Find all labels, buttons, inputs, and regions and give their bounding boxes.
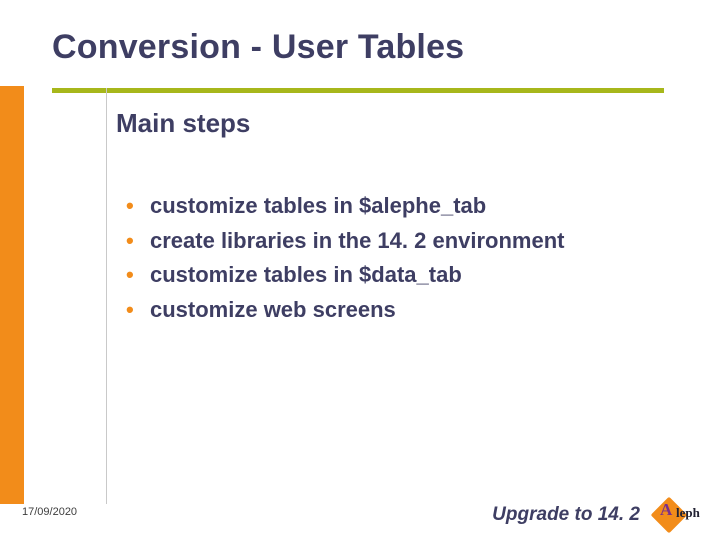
aleph-logo: A leph xyxy=(656,498,706,530)
list-item: • customize tables in $data_tab xyxy=(126,261,666,290)
bullet-text: customize web screens xyxy=(150,296,396,325)
bullet-icon: • xyxy=(126,261,150,290)
bullet-icon: • xyxy=(126,227,150,256)
bullet-text: customize tables in $alephe_tab xyxy=(150,192,486,221)
bullet-icon: • xyxy=(126,296,150,325)
slide-subtitle: Main steps xyxy=(116,108,250,139)
bullet-text: customize tables in $data_tab xyxy=(150,261,462,290)
bullet-icon: • xyxy=(126,192,150,221)
logo-letter-a: A xyxy=(660,501,672,518)
footer-subtitle: Upgrade to 14. 2 xyxy=(492,504,640,526)
footer-date: 17/09/2020 xyxy=(22,506,77,518)
title-underline xyxy=(52,88,664,93)
list-item: • customize web screens xyxy=(126,296,666,325)
logo-text-rest: leph xyxy=(676,506,700,519)
left-accent-bar xyxy=(0,86,24,504)
slide-title: Conversion - User Tables xyxy=(52,28,464,67)
bullet-list: • customize tables in $alephe_tab • crea… xyxy=(126,192,666,330)
list-item: • create libraries in the 14. 2 environm… xyxy=(126,227,666,256)
bullet-text: create libraries in the 14. 2 environmen… xyxy=(150,227,565,256)
list-item: • customize tables in $alephe_tab xyxy=(126,192,666,221)
slide: Conversion - User Tables Main steps • cu… xyxy=(0,0,720,540)
vertical-divider xyxy=(106,88,107,504)
